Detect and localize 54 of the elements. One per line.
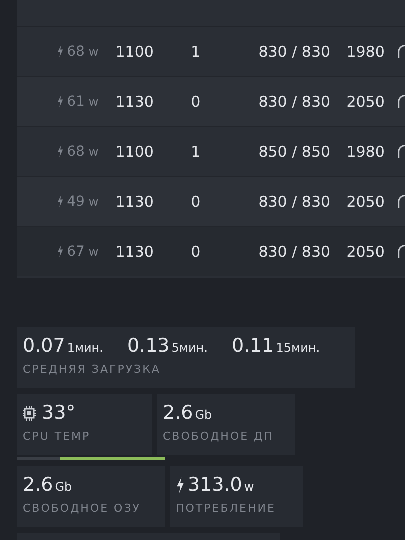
disk-value: 2.6 Gb — [163, 402, 212, 424]
lightning-icon — [57, 45, 64, 58]
table-cell: 2050 — [346, 192, 385, 210]
table-cell: 830 / 830 — [258, 92, 329, 110]
card-label: СВОБОДНОЕ ДП — [163, 430, 275, 443]
table-cell: 2050 — [346, 92, 385, 110]
power-unit: w — [88, 44, 99, 58]
load-value: 0.07 1мин. — [23, 335, 104, 357]
arc-icon — [398, 244, 405, 260]
arc-icon — [398, 194, 405, 210]
power-value: 67 — [67, 244, 85, 260]
power-unit: w — [88, 244, 99, 258]
table-cell-text: 1130 — [116, 242, 155, 260]
lightning-icon — [57, 95, 64, 108]
arc-icon — [398, 44, 405, 60]
lightning-icon — [57, 145, 64, 158]
lightning-icon — [176, 476, 185, 494]
power-unit: w — [88, 144, 99, 158]
table-cell-text: 1100 — [116, 142, 155, 160]
table-cell-text: 1 — [190, 142, 202, 160]
table-cell: 830 / 830 — [258, 192, 329, 210]
chip-icon — [23, 406, 36, 420]
lightning-icon — [57, 195, 64, 208]
load-value: 0.11 15мин. — [232, 335, 320, 357]
arc-icon — [398, 144, 405, 160]
card-label: СВОБОДНОЕ ОЗУ — [23, 502, 142, 515]
temperature-value: 33° — [42, 402, 76, 424]
power-value: 61 — [67, 94, 85, 110]
card-label: ПОТРЕБЛЕНИЕ — [176, 502, 277, 515]
card-label: СРЕДНЯЯ ЗАГРУЗКА — [23, 363, 162, 376]
table-cell: 830 / 830 — [258, 242, 329, 260]
table-cell-text: 0 — [190, 242, 202, 260]
power-total: 313.0 w — [188, 474, 254, 496]
card-label: CPU TEMP — [23, 430, 92, 443]
power-value: 49 — [67, 194, 85, 210]
table-cell: 850 / 850 — [258, 142, 329, 160]
power-value: 68 — [67, 44, 85, 60]
table-cell-text: 1130 — [116, 192, 155, 210]
load-value: 0.13 5мин. — [127, 335, 208, 357]
table-cell-text: 0 — [190, 92, 202, 110]
lightning-icon — [57, 245, 64, 258]
table-cell-text: 1130 — [116, 92, 155, 110]
power-value: 68 — [67, 144, 85, 160]
table-cell-text: 1 — [190, 42, 202, 60]
ram-value: 2.6 Gb — [23, 474, 72, 496]
table-cell: 2050 — [346, 242, 385, 260]
table-cell: 1980 — [346, 42, 385, 60]
table-cell-text: 0 — [190, 192, 202, 210]
power-unit: w — [88, 94, 99, 108]
table-cell: 830 / 830 — [258, 42, 329, 60]
power-unit: w — [88, 194, 99, 208]
table-cell: 1980 — [346, 142, 385, 160]
arc-icon — [398, 94, 405, 110]
table-cell-text: 1100 — [116, 42, 155, 60]
